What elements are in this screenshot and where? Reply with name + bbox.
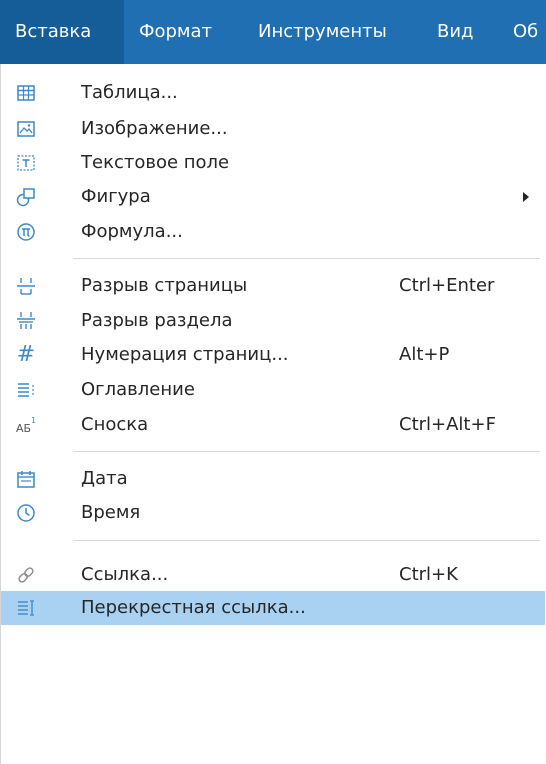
menu-separator (73, 540, 540, 541)
table-icon (15, 82, 37, 104)
date-icon (15, 468, 37, 490)
menu-item-label: Текстовое поле (81, 152, 230, 173)
page-numbering-icon: # (16, 342, 36, 367)
menu-item-table[interactable]: Таблица... (1, 76, 545, 110)
menu-about[interactable]: Об (513, 0, 538, 64)
table-of-contents-icon (15, 379, 37, 401)
menu-item-link[interactable]: Ссылка... Ctrl+K (1, 558, 545, 592)
footnote-icon: АБ 1 (15, 414, 37, 436)
menu-format[interactable]: Формат (139, 0, 212, 64)
menu-item-label: Дата (81, 468, 128, 489)
shape-icon (15, 186, 37, 208)
submenu-arrow-icon (523, 192, 529, 202)
menu-item-section-break[interactable]: Разрыв раздела (1, 304, 545, 338)
cross-reference-icon (15, 597, 37, 619)
menu-item-label: Перекрестная ссылка... (81, 597, 306, 618)
section-break-icon (15, 310, 37, 332)
menu-item-formula[interactable]: Формула... (1, 215, 545, 249)
menu-bar: Вставка Формат Инструменты Вид Об (0, 0, 546, 64)
menu-item-shortcut: Ctrl+Alt+F (399, 414, 496, 435)
menu-item-label: Фигура (81, 186, 151, 207)
link-icon (15, 564, 37, 586)
menu-item-shortcut: Ctrl+K (399, 564, 458, 585)
menu-tools[interactable]: Инструменты (258, 0, 387, 64)
insert-dropdown-menu: Таблица... Изображение... Текстовое поле… (0, 64, 546, 764)
menu-item-label: Таблица... (81, 82, 178, 103)
menu-item-label: Разрыв раздела (81, 310, 233, 331)
menu-item-page-break[interactable]: Разрыв страницы Ctrl+Enter (1, 269, 545, 303)
menu-item-shape[interactable]: Фигура (1, 180, 545, 214)
menu-item-page-numbering[interactable]: # Нумерация страниц... Alt+P (1, 338, 545, 372)
menu-item-cross-reference[interactable]: Перекрестная ссылка... (1, 591, 545, 625)
page-break-icon (15, 275, 37, 297)
menu-item-label: Разрыв страницы (81, 275, 248, 296)
menu-item-shortcut: Alt+P (399, 344, 450, 365)
menu-item-label: Время (81, 502, 141, 523)
menu-item-label: Формула... (81, 221, 183, 242)
menu-item-label: Нумерация страниц... (81, 344, 289, 365)
menu-item-text-field[interactable]: Текстовое поле (1, 146, 545, 180)
svg-text:1: 1 (31, 416, 36, 425)
text-field-icon (15, 152, 37, 174)
menu-item-label: Изображение... (81, 118, 228, 139)
menu-item-shortcut: Ctrl+Enter (399, 275, 495, 296)
menu-separator (73, 451, 540, 452)
formula-icon (15, 221, 37, 243)
menu-item-label: Оглавление (81, 379, 195, 400)
menu-item-table-of-contents[interactable]: Оглавление (1, 373, 545, 407)
menu-item-label: Ссылка... (81, 564, 169, 585)
menu-item-footnote[interactable]: АБ 1 Сноска Ctrl+Alt+F (1, 408, 545, 442)
svg-text:АБ: АБ (16, 422, 31, 435)
menu-item-date[interactable]: Дата (1, 462, 545, 496)
menu-insert[interactable]: Вставка (0, 0, 124, 64)
image-icon (15, 118, 37, 140)
menu-item-image[interactable]: Изображение... (1, 112, 545, 146)
menu-item-time[interactable]: Время (1, 496, 545, 530)
time-icon (15, 502, 37, 524)
menu-separator (73, 258, 540, 259)
menu-item-label: Сноска (81, 414, 149, 435)
menu-view[interactable]: Вид (437, 0, 474, 64)
